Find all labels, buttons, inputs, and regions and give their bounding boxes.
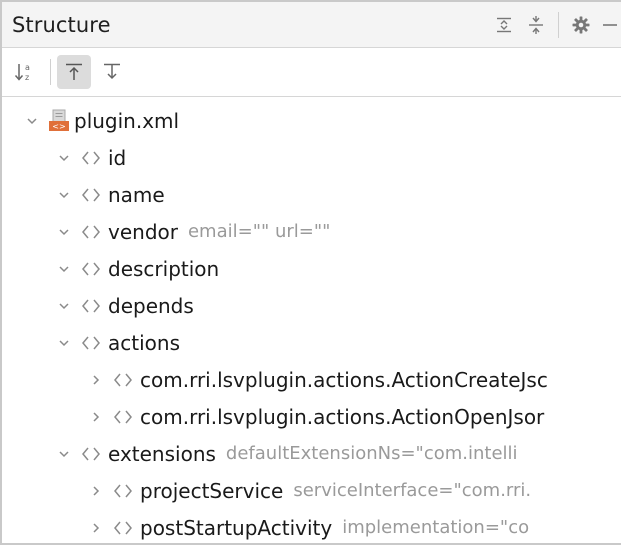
xml-tag-icon bbox=[80, 334, 102, 352]
tree-node[interactable]: extensions defaultExtensionNs="com.intel… bbox=[2, 435, 621, 472]
chevron-down-icon[interactable] bbox=[56, 446, 72, 462]
tree-node-attributes: implementation="co bbox=[342, 517, 530, 538]
tree-node[interactable]: id bbox=[2, 139, 621, 176]
tree-node[interactable]: description bbox=[2, 250, 621, 287]
tree-node[interactable]: actions bbox=[2, 324, 621, 361]
chevron-down-icon[interactable] bbox=[56, 224, 72, 240]
structure-toolbar: a z bbox=[2, 48, 621, 97]
header-divider bbox=[558, 12, 559, 38]
minimize-icon[interactable] bbox=[597, 9, 621, 41]
tree-node-root[interactable]: <> plugin.xml bbox=[2, 102, 621, 139]
tree-node[interactable]: com.rri.lsvplugin.actions.ActionCreateJs… bbox=[2, 361, 621, 398]
tree-node-label: actions bbox=[108, 330, 180, 355]
collapse-all-icon[interactable] bbox=[520, 9, 552, 41]
navigate-with-single-click-icon[interactable] bbox=[57, 55, 91, 89]
tree-node-label: description bbox=[108, 256, 220, 281]
chevron-down-icon[interactable] bbox=[24, 113, 40, 129]
tree-node[interactable]: com.rri.lsvplugin.actions.ActionOpenJsor bbox=[2, 398, 621, 435]
tree-node[interactable]: projectService serviceInterface="com.rri… bbox=[2, 472, 621, 509]
xml-tag-icon bbox=[80, 223, 102, 241]
tree-node-label: postStartupActivity bbox=[140, 515, 333, 540]
tree-node-label: vendor bbox=[108, 219, 178, 244]
tree-node-label: com.rri.lsvplugin.actions.ActionCreateJs… bbox=[140, 367, 548, 392]
chevron-right-icon[interactable] bbox=[88, 372, 104, 388]
tree-node-label: depends bbox=[108, 293, 194, 318]
tree-node-label: extensions bbox=[108, 441, 216, 466]
xml-tag-icon bbox=[112, 519, 134, 537]
xml-tag-icon bbox=[112, 408, 134, 426]
svg-text:z: z bbox=[25, 73, 29, 82]
svg-text:a: a bbox=[25, 63, 30, 72]
gear-icon[interactable] bbox=[565, 9, 597, 41]
toolbar-divider bbox=[50, 59, 51, 85]
tree-node[interactable]: postStartupActivity implementation="co bbox=[2, 509, 621, 543]
chevron-right-icon[interactable] bbox=[88, 520, 104, 536]
tree-node-attributes: defaultExtensionNs="com.intelli bbox=[225, 443, 518, 464]
tree-node[interactable]: depends bbox=[2, 287, 621, 324]
panel-title: Structure bbox=[12, 12, 111, 37]
chevron-down-icon[interactable] bbox=[56, 261, 72, 277]
header-actions bbox=[488, 2, 621, 48]
chevron-down-icon[interactable] bbox=[56, 335, 72, 351]
chevron-down-icon[interactable] bbox=[56, 150, 72, 166]
expand-all-icon[interactable] bbox=[488, 9, 520, 41]
xml-tag-icon bbox=[112, 371, 134, 389]
tree-node[interactable]: vendor email="" url="" bbox=[2, 213, 621, 250]
chevron-down-icon[interactable] bbox=[56, 298, 72, 314]
structure-tree: <> plugin.xml id name vendor email="" ur… bbox=[2, 98, 621, 543]
xml-tag-icon bbox=[80, 186, 102, 204]
tree-node-label: projectService bbox=[140, 478, 284, 503]
structure-panel: Structure a z <> plugin.xml id name vend… bbox=[0, 0, 621, 545]
xml-tag-icon bbox=[112, 482, 134, 500]
xml-tag-icon bbox=[80, 260, 102, 278]
tree-node-label: plugin.xml bbox=[74, 108, 180, 133]
tree-node-label: com.rri.lsvplugin.actions.ActionOpenJsor bbox=[140, 404, 545, 429]
chevron-right-icon[interactable] bbox=[88, 483, 104, 499]
chevron-down-icon[interactable] bbox=[56, 187, 72, 203]
sort-alphabetically-icon[interactable]: a z bbox=[8, 55, 42, 89]
chevron-right-icon[interactable] bbox=[88, 409, 104, 425]
tree-node-attributes: serviceInterface="com.rri. bbox=[293, 480, 532, 501]
tree-node-attributes: email="" url="" bbox=[187, 221, 331, 242]
always-select-opened-element-icon[interactable] bbox=[95, 55, 129, 89]
xml-tag-icon bbox=[80, 297, 102, 315]
xml-file-icon: <> bbox=[48, 109, 70, 133]
xml-tag-icon bbox=[80, 445, 102, 463]
tree-node-label: id bbox=[108, 145, 127, 170]
tree-node-label: name bbox=[108, 182, 165, 207]
svg-text:<>: <> bbox=[52, 122, 65, 131]
tree-node[interactable]: name bbox=[2, 176, 621, 213]
panel-header: Structure bbox=[2, 2, 621, 48]
xml-tag-icon bbox=[80, 149, 102, 167]
